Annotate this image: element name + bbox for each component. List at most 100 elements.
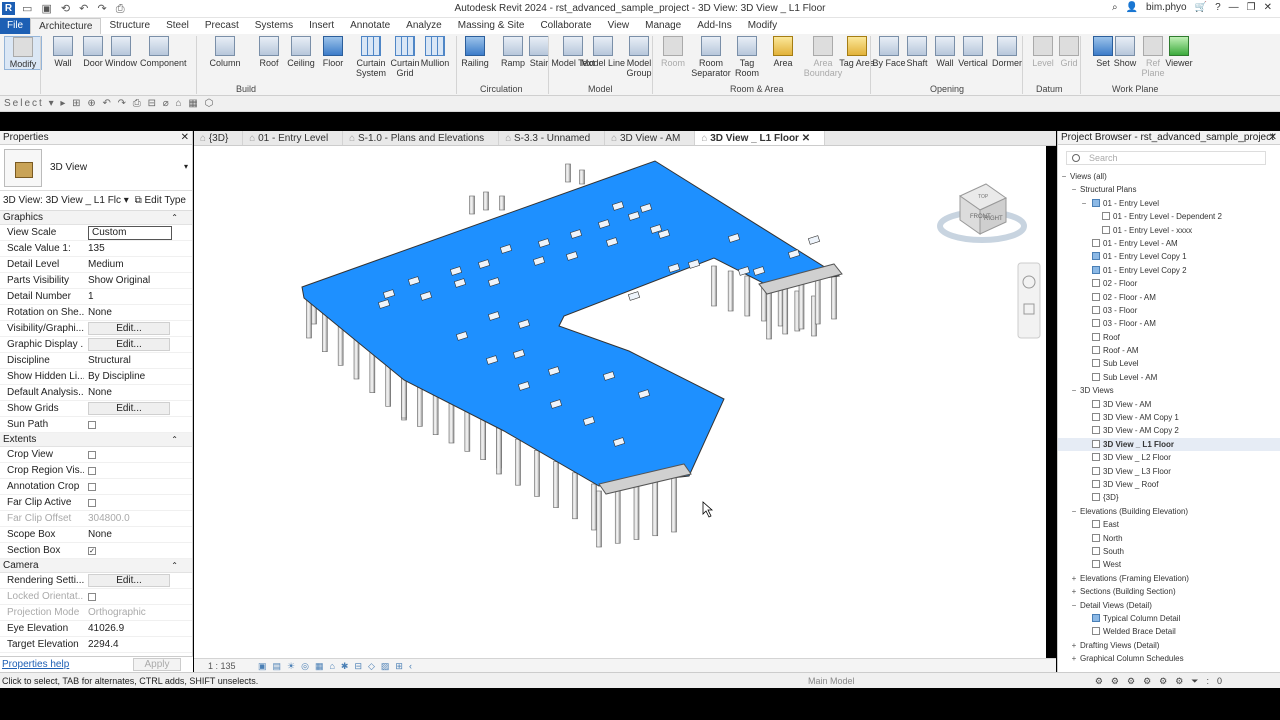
panel-label-model[interactable]: Model	[588, 84, 613, 94]
ribbon-floor-button[interactable]: Floor	[314, 36, 352, 68]
property-value[interactable]: 2294.4	[88, 639, 119, 650]
ribbon-area-button[interactable]: Area	[764, 36, 802, 68]
column[interactable]	[534, 450, 540, 497]
browser-item[interactable]: 01 - Entry Level - Dependent 2	[1058, 210, 1280, 223]
user-name[interactable]: bim.phyo	[1146, 2, 1187, 13]
panel-label-circulation[interactable]: Circulation	[480, 84, 523, 94]
collapse-icon[interactable]: ⌃	[171, 559, 178, 573]
search-icon[interactable]: ⌕	[1112, 2, 1118, 13]
property-value[interactable]: None	[88, 307, 112, 318]
column[interactable]	[483, 191, 489, 211]
tab-steel[interactable]: Steel	[158, 18, 197, 34]
column-cap[interactable]	[807, 235, 821, 245]
minimize-button[interactable]: —	[1229, 2, 1239, 13]
floor-slab[interactable]	[301, 160, 841, 487]
viewcube-top-label[interactable]: TOP	[978, 194, 989, 200]
expand-icon[interactable]: +	[1070, 572, 1078, 585]
ribbon-modify-button[interactable]: Modify	[4, 36, 42, 70]
browser-item[interactable]: 01 - Entry Level Copy 1	[1058, 250, 1280, 263]
tab-precast[interactable]: Precast	[197, 18, 247, 34]
column[interactable]	[614, 486, 621, 544]
browser-item[interactable]: East	[1058, 518, 1280, 531]
browser-item[interactable]: 03 - Floor - AM	[1058, 317, 1280, 330]
ribbon-column-button[interactable]: Column	[206, 36, 244, 68]
browser-item[interactable]: West	[1058, 558, 1280, 571]
column[interactable]	[579, 169, 585, 185]
column[interactable]	[727, 270, 734, 312]
property-checkbox[interactable]	[88, 499, 96, 507]
panel-label-work-plane[interactable]: Work Plane	[1112, 84, 1158, 94]
tab-analyze[interactable]: Analyze	[398, 18, 450, 34]
property-checkbox[interactable]	[88, 467, 96, 475]
browser-item[interactable]: 03 - Floor	[1058, 304, 1280, 317]
navigation-bar[interactable]	[1017, 262, 1041, 339]
property-value[interactable]: 1	[88, 291, 94, 302]
drawing-area[interactable]: FRONT RIGHT TOP	[194, 146, 1046, 658]
collapse-icon[interactable]: ⌃	[171, 211, 178, 225]
tab-collaborate[interactable]: Collaborate	[532, 18, 599, 34]
browser-item[interactable]: North	[1058, 532, 1280, 545]
property-value[interactable]: Orthographic	[88, 607, 146, 618]
panel-label-room-area[interactable]: Room & Area	[730, 84, 784, 94]
column[interactable]	[572, 472, 578, 520]
tab-insert[interactable]: Insert	[301, 18, 342, 34]
browser-item[interactable]: −3D Views	[1058, 384, 1280, 397]
tab-systems[interactable]: Systems	[247, 18, 301, 34]
section-graphics[interactable]: Graphics ⌃	[0, 211, 192, 225]
close-icon[interactable]: ✕	[799, 133, 810, 144]
model-3d-view[interactable]: FRONT RIGHT TOP	[194, 146, 1046, 658]
browser-item[interactable]: Typical Column Detail	[1058, 612, 1280, 625]
type-selector[interactable]: 3D View ▾	[0, 145, 192, 191]
expand-icon[interactable]: +	[1070, 639, 1078, 652]
browser-item[interactable]: − 01 - Entry Level	[1058, 197, 1280, 210]
tab-architecture[interactable]: Architecture	[30, 18, 102, 34]
instance-selector[interactable]: 3D View: 3D View _ L1 Flc ▾ ⧉ Edit Type	[0, 191, 192, 211]
view-tab[interactable]: ⌂ S-1.0 - Plans and Elevations	[343, 131, 500, 145]
property-value[interactable]: 304800.0	[88, 513, 130, 524]
property-checkbox[interactable]	[88, 421, 96, 429]
panel-label-build[interactable]: Build	[236, 84, 256, 94]
property-checkbox[interactable]	[88, 483, 96, 491]
browser-item[interactable]: 02 - Floor	[1058, 277, 1280, 290]
collapse-icon[interactable]: −	[1070, 384, 1078, 397]
user-icon[interactable]: 👤	[1126, 2, 1138, 13]
column[interactable]	[671, 475, 677, 533]
browser-item[interactable]: 01 - Entry Level Copy 2	[1058, 264, 1280, 277]
column[interactable]	[369, 350, 376, 393]
column[interactable]	[596, 490, 602, 548]
column[interactable]	[565, 163, 571, 183]
column[interactable]	[711, 265, 717, 307]
collapse-icon[interactable]: −	[1080, 197, 1088, 210]
column[interactable]	[744, 275, 751, 317]
view-tab[interactable]: ⌂ {3D}	[194, 131, 244, 145]
column[interactable]	[448, 402, 455, 444]
expand-icon[interactable]: +	[1070, 652, 1078, 665]
active-workset[interactable]: Main Model	[808, 673, 855, 689]
browser-search-input[interactable]: Search	[1066, 151, 1266, 165]
browser-item[interactable]: + Sections (Building Section)	[1058, 585, 1280, 598]
browser-item[interactable]: 3D View - AM	[1058, 398, 1280, 411]
browser-item[interactable]: − Elevations (Building Elevation)	[1058, 505, 1280, 518]
ribbon-railing-button[interactable]: Railing	[456, 36, 494, 68]
browser-item[interactable]: Sub Level - AM	[1058, 371, 1280, 384]
collapse-icon[interactable]: −	[1070, 599, 1078, 612]
scale-label[interactable]: 1 : 135	[208, 661, 236, 671]
column[interactable]	[652, 479, 659, 537]
column[interactable]	[515, 438, 521, 486]
column[interactable]	[782, 285, 789, 335]
tab-modify[interactable]: Modify	[740, 18, 785, 34]
view-control-bar[interactable]: 1 : 135 ▣▤☀◎▦⌂✱⊟◇▨⊞‹	[194, 658, 1056, 672]
status-icons[interactable]: ⚙⚙⚙⚙⚙⚙⏷:0	[1095, 673, 1230, 689]
browser-item[interactable]: 3D View - AM Copy 1	[1058, 411, 1280, 424]
collapse-icon[interactable]: −	[1070, 183, 1078, 196]
collapse-icon[interactable]: −	[1060, 170, 1068, 183]
column[interactable]	[480, 419, 486, 460]
tab-massing-site[interactable]: Massing & Site	[450, 18, 533, 34]
file-tab[interactable]: File	[0, 18, 31, 34]
help-icon[interactable]: ?	[1215, 2, 1221, 13]
tab-annotate[interactable]: Annotate	[342, 18, 398, 34]
column[interactable]	[553, 461, 559, 508]
chevron-down-icon[interactable]: ▾	[184, 162, 188, 171]
browser-item[interactable]: 01 - Entry Level - xxxx	[1058, 224, 1280, 237]
select-dropdown[interactable]: Select	[4, 98, 44, 109]
